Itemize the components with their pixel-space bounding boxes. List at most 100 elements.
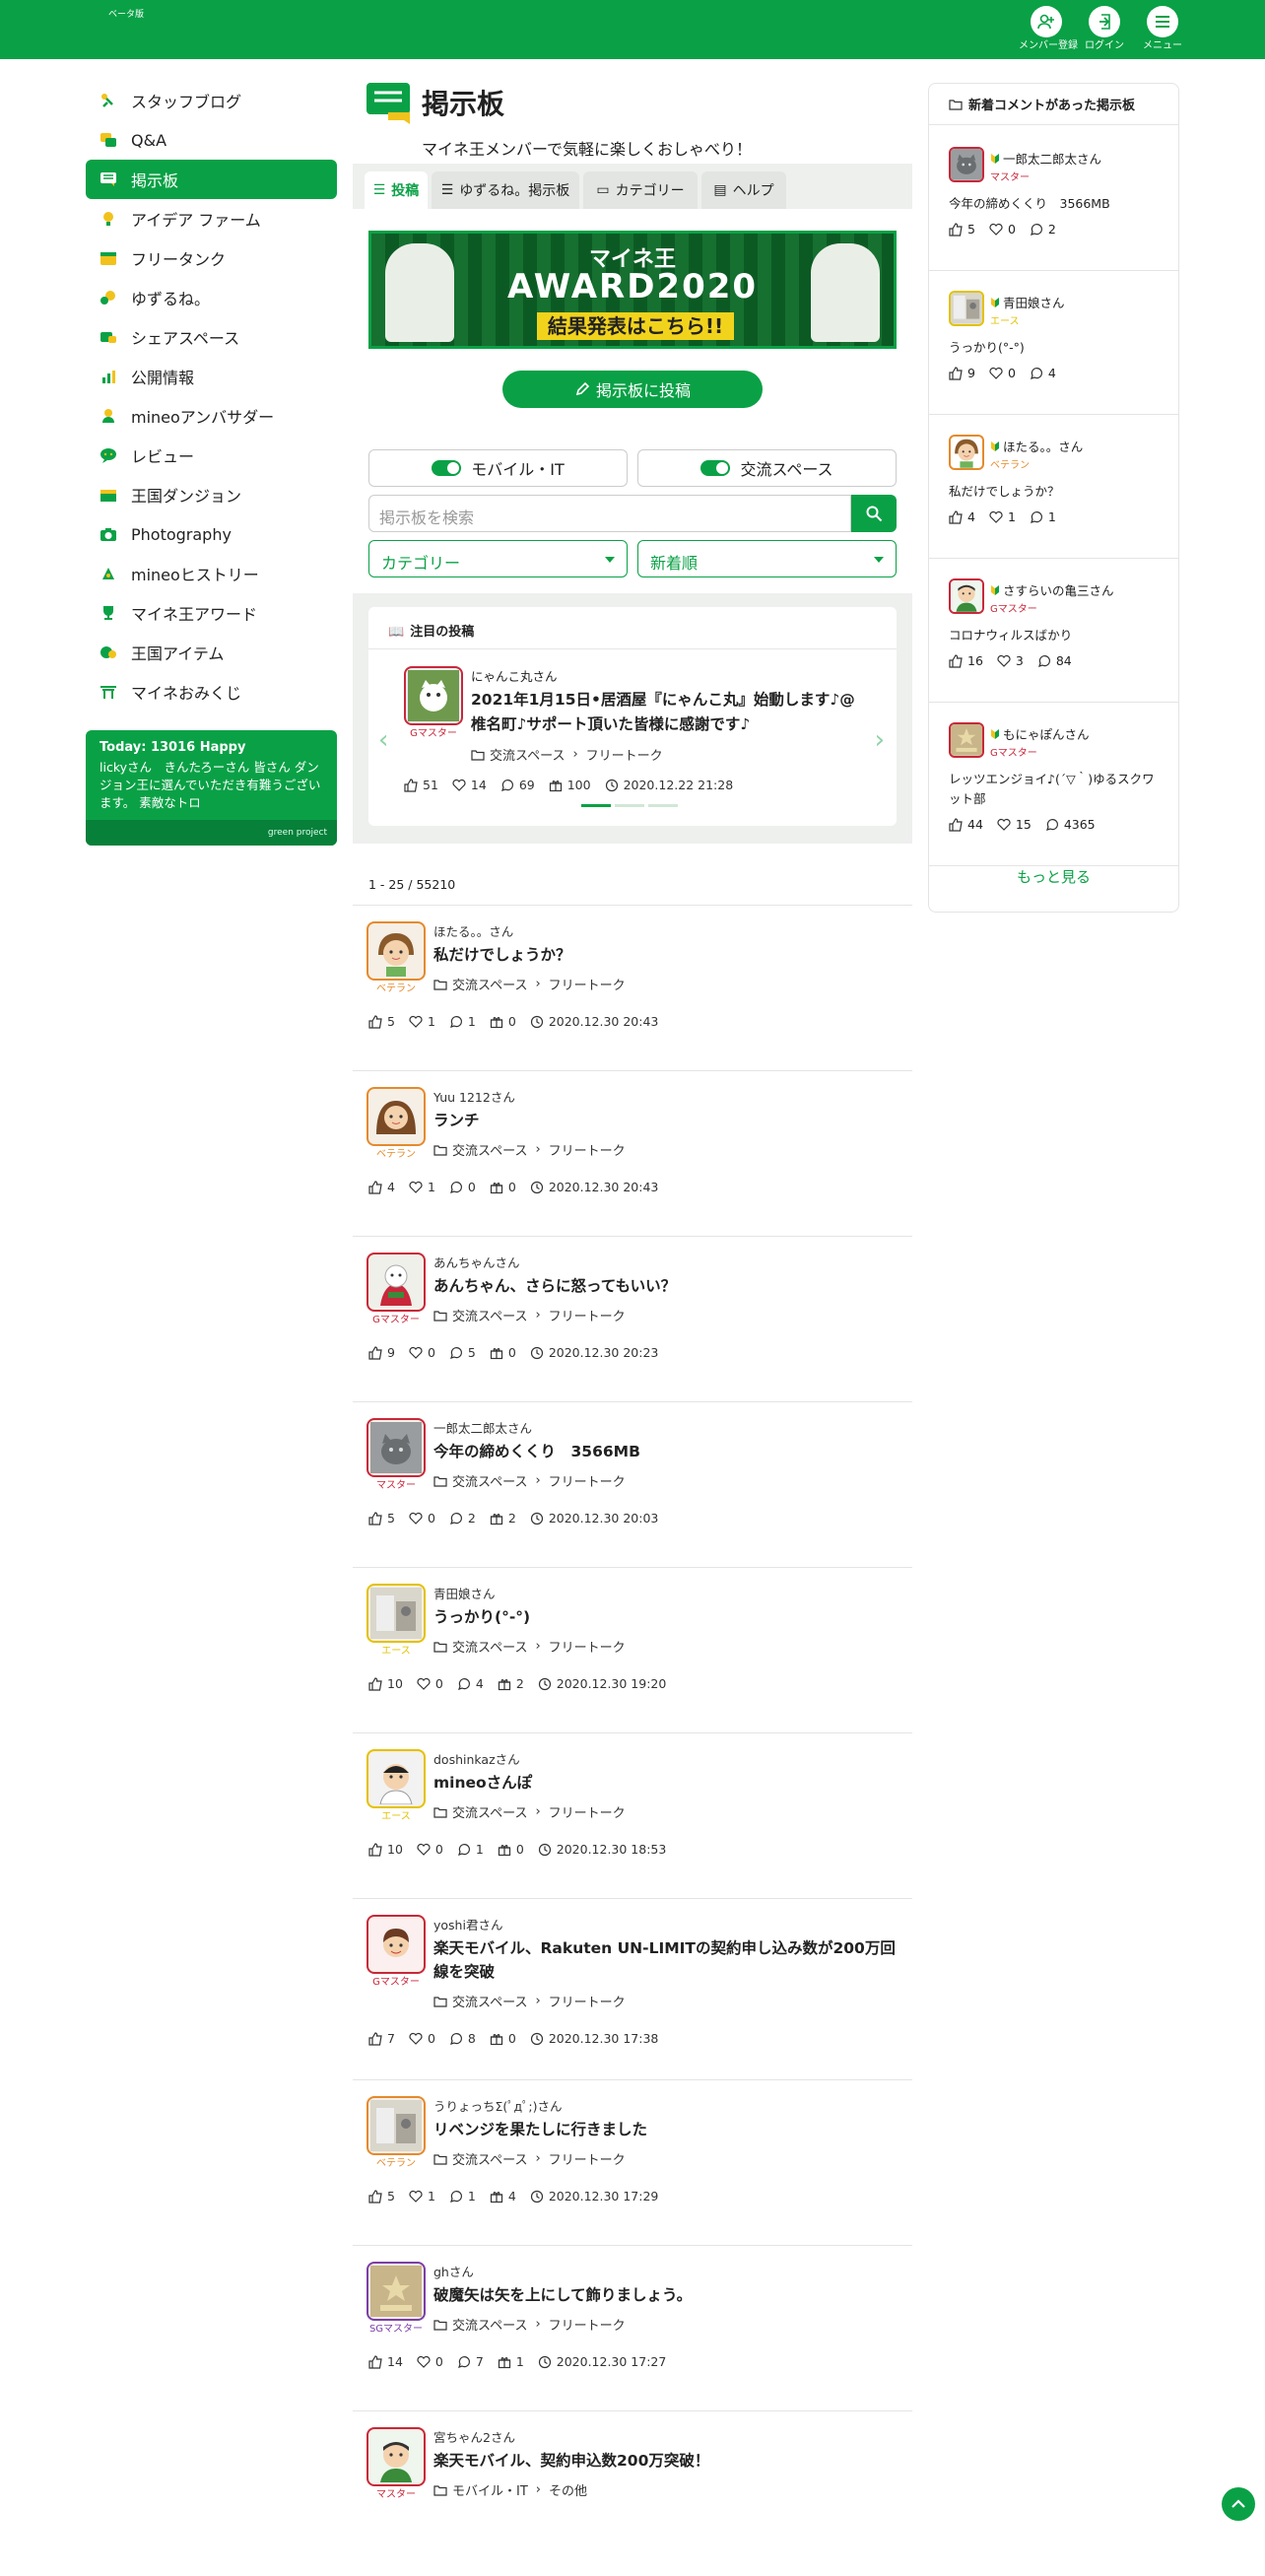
- category-link[interactable]: 交流スペース: [452, 1306, 527, 1324]
- category-link[interactable]: 交流スペース: [452, 1140, 527, 1159]
- tab-yuzurune-board[interactable]: ☰ ゆずるね。掲示板: [432, 171, 579, 209]
- post-title[interactable]: 破魔矢は矢を上にして飾りましょう。: [433, 2283, 897, 2307]
- see-more-link[interactable]: もっと見る: [929, 866, 1178, 887]
- login-button[interactable]: ログイン: [1077, 6, 1132, 55]
- carousel-dot[interactable]: [648, 804, 678, 807]
- post-list-item[interactable]: ベテラン Yuu 1212さん ランチ 交流スペース › フリートーク 4 1 …: [353, 1070, 912, 1236]
- subcategory-link[interactable]: フリートーク: [549, 1992, 626, 2010]
- sidebar-item-free-tank[interactable]: フリータンク: [86, 238, 337, 278]
- sidebar-item-idea-farm[interactable]: アイデア ファーム: [86, 199, 337, 238]
- sidebar-item-dungeon[interactable]: 王国ダンジョン: [86, 475, 337, 514]
- post-user[interactable]: Yuu 1212さん: [433, 1087, 515, 1106]
- sidebar-item-review[interactable]: レビュー: [86, 436, 337, 475]
- award-banner[interactable]: マイネ王 AWARD2020 結果発表はこちら!!: [368, 231, 897, 349]
- avatar[interactable]: [949, 435, 984, 470]
- sidebar-item-items[interactable]: 王国アイテム: [86, 633, 337, 672]
- sidebar-item-share-space[interactable]: シェアスペース: [86, 317, 337, 357]
- category-link[interactable]: 交流スペース: [490, 745, 565, 764]
- comment-user[interactable]: さすらいの亀三さん: [990, 580, 1114, 599]
- post-title[interactable]: mineoさんぽ: [433, 1771, 897, 1795]
- post-user[interactable]: 青田娘さん: [433, 1584, 496, 1602]
- post-title[interactable]: 今年の締めくくり 3566MB: [433, 1440, 897, 1463]
- post-user[interactable]: 宮ちゃん2さん: [433, 2427, 515, 2446]
- post-title[interactable]: あんちゃん、さらに怒ってもいい？: [433, 1274, 897, 1298]
- sidebar-item-qa[interactable]: Q&A: [86, 120, 337, 160]
- comment-user[interactable]: 一郎太二郎太さん: [990, 149, 1101, 168]
- post-list-item[interactable]: マスター 宮ちゃん2さん 楽天モバイル、契約申込数200万突破！ モバイル・IT…: [353, 2410, 912, 2576]
- comment-board-title[interactable]: レッツエンジョイ♪(´▽｀)ゆるスクワット部: [949, 770, 1165, 809]
- happy-card[interactable]: Today: 13016 Happy lickyさん きんたろーさん 皆さん ダ…: [86, 730, 337, 846]
- post-list-item[interactable]: ベテラン ほたる。。さん 私だけでしょうか？ 交流スペース › フリートーク 5…: [353, 905, 912, 1070]
- subcategory-link[interactable]: フリートーク: [549, 975, 626, 993]
- post-title[interactable]: 楽天モバイル、Rakuten UN-LIMITの契約申し込み数が200万回線を突…: [433, 1936, 897, 1984]
- sidebar-item-award[interactable]: マイネ王アワード: [86, 593, 337, 633]
- post-title[interactable]: 私だけでしょうか？: [433, 943, 897, 967]
- avatar[interactable]: [949, 578, 984, 614]
- back-to-top-button[interactable]: [1222, 2487, 1255, 2521]
- comment-user[interactable]: ほたる。。さん: [990, 437, 1083, 455]
- post-user[interactable]: ghさん: [433, 2262, 474, 2280]
- recent-comment-item[interactable]: 一郎太二郎太さん マスター 今年の締めくくり 3566MB 5 0 2: [929, 127, 1178, 271]
- avatar[interactable]: [366, 1749, 426, 1808]
- post-title[interactable]: うっかり(°-°): [433, 1605, 897, 1629]
- post-to-board-button[interactable]: 掲示板に投稿: [502, 371, 763, 408]
- subcategory-link[interactable]: フリートーク: [549, 1471, 626, 1490]
- category-link[interactable]: 交流スペース: [452, 1637, 527, 1656]
- avatar[interactable]: [366, 1253, 426, 1312]
- toggle-switch[interactable]: [432, 460, 462, 476]
- post-user[interactable]: ほたる。。さん: [433, 921, 513, 940]
- tab-help[interactable]: ▤ ヘルプ: [701, 171, 786, 209]
- post-list-item[interactable]: エース 青田娘さん うっかり(°-°) 交流スペース › フリートーク 10 0…: [353, 1567, 912, 1732]
- avatar[interactable]: [366, 1915, 426, 1974]
- avatar[interactable]: [949, 147, 984, 182]
- carousel-prev-icon[interactable]: ‹: [378, 725, 388, 755]
- subcategory-link[interactable]: フリートーク: [549, 1306, 626, 1324]
- category-link[interactable]: 交流スペース: [452, 1802, 527, 1821]
- carousel-next-icon[interactable]: ›: [875, 725, 885, 755]
- toggle-exchange-space[interactable]: 交流スペース: [637, 449, 897, 487]
- recent-comment-item[interactable]: 青田娘さん エース うっかり(°-°) 9 0 4: [929, 271, 1178, 415]
- tab-category[interactable]: ▭ カテゴリー: [583, 171, 698, 209]
- recent-comment-item[interactable]: ほたる。。さん ベテラン 私だけでしょうか？ 4 1 1: [929, 415, 1178, 559]
- post-list-item[interactable]: Gマスター yoshi君さん 楽天モバイル、Rakuten UN-LIMITの契…: [353, 1898, 912, 2079]
- comment-board-title[interactable]: コロナウィルスばかり: [949, 626, 1165, 645]
- subcategory-link[interactable]: フリートーク: [549, 1802, 626, 1821]
- category-link[interactable]: 交流スペース: [452, 2149, 527, 2168]
- subcategory-link[interactable]: フリートーク: [549, 2149, 626, 2168]
- member-register-button[interactable]: メンバー登録: [1019, 6, 1078, 55]
- avatar[interactable]: [366, 2262, 426, 2321]
- sidebar-item-public-info[interactable]: 公開情報: [86, 357, 337, 396]
- category-link[interactable]: 交流スペース: [452, 1992, 527, 2010]
- carousel-dot[interactable]: [581, 804, 611, 807]
- toggle-switch[interactable]: [700, 460, 731, 476]
- category-select[interactable]: カテゴリー: [368, 540, 628, 577]
- sidebar-item-board[interactable]: 掲示板: [86, 160, 337, 199]
- post-title[interactable]: リベンジを果たしに行きました: [433, 2118, 897, 2141]
- carousel-dot[interactable]: [615, 804, 644, 807]
- featured-title[interactable]: 2021年1月15日•居酒屋『にゃんこ丸』始動します♪@椎名町♪サポート頂いた皆…: [471, 688, 857, 737]
- post-list-item[interactable]: Gマスター あんちゃんさん あんちゃん、さらに怒ってもいい？ 交流スペース › …: [353, 1236, 912, 1401]
- category-link[interactable]: モバイル・IT: [452, 2480, 528, 2499]
- post-user[interactable]: 一郎太二郎太さん: [433, 1418, 532, 1437]
- avatar[interactable]: [366, 2427, 426, 2486]
- sidebar-item-history[interactable]: mineoヒストリー: [86, 554, 337, 593]
- subcategory-link[interactable]: フリートーク: [586, 745, 663, 764]
- post-list-item[interactable]: ベテラン うりょっちΣ(ﾟдﾟ;)さん リベンジを果たしに行きました 交流スペー…: [353, 2079, 912, 2245]
- category-link[interactable]: 交流スペース: [452, 975, 527, 993]
- comment-board-title[interactable]: うっかり(°-°): [949, 338, 1165, 358]
- tab-posts[interactable]: ☰ 投稿: [365, 171, 428, 209]
- post-user[interactable]: あんちゃんさん: [433, 1253, 520, 1271]
- post-title[interactable]: ランチ: [433, 1109, 897, 1132]
- featured-user[interactable]: にゃんこ丸さん: [471, 666, 558, 685]
- post-list-item[interactable]: マスター 一郎太二郎太さん 今年の締めくくり 3566MB 交流スペース › フ…: [353, 1401, 912, 1567]
- menu-button[interactable]: メニュー: [1135, 6, 1190, 55]
- avatar[interactable]: [949, 291, 984, 326]
- avatar[interactable]: [366, 1584, 426, 1643]
- sidebar-item-ambassador[interactable]: mineoアンバサダー: [86, 396, 337, 436]
- subcategory-link[interactable]: フリートーク: [549, 1637, 626, 1656]
- toggle-mobile-it[interactable]: モバイル・IT: [368, 449, 628, 487]
- post-list-item[interactable]: SGマスター ghさん 破魔矢は矢を上にして飾りましょう。 交流スペース › フ…: [353, 2245, 912, 2410]
- subcategory-link[interactable]: フリートーク: [549, 1140, 626, 1159]
- search-button[interactable]: [851, 495, 897, 532]
- sidebar-item-omikuji[interactable]: マイネおみくじ: [86, 672, 337, 712]
